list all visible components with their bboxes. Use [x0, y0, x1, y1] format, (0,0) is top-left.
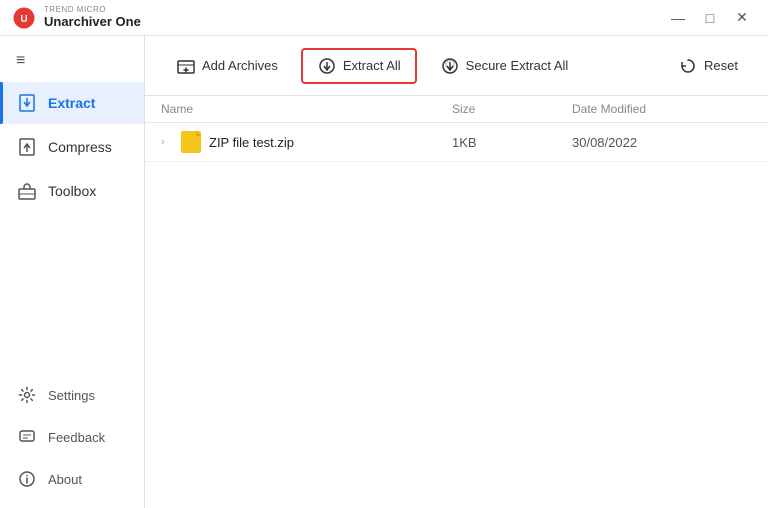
maximize-button[interactable]: □	[696, 7, 724, 29]
main-layout: ≡ Extract	[0, 36, 768, 508]
file-size: 1KB	[452, 135, 572, 150]
col-date: Date Modified	[572, 102, 752, 116]
sidebar-item-feedback[interactable]: Feedback	[0, 416, 144, 458]
reset-icon	[678, 56, 698, 76]
title-bar-controls: — □ ✕	[664, 7, 756, 29]
minimize-button[interactable]: —	[664, 7, 692, 29]
file-list-header: Name Size Date Modified	[145, 96, 768, 123]
app-name: Unarchiver One	[44, 15, 141, 29]
sidebar-item-settings[interactable]: Settings	[0, 374, 144, 416]
col-size: Size	[452, 102, 572, 116]
toolbox-icon	[16, 180, 38, 202]
secure-extract-all-icon	[440, 56, 460, 76]
file-name-cell: › ZIP file test.zip	[161, 131, 452, 153]
reset-button[interactable]: Reset	[664, 50, 752, 82]
close-button[interactable]: ✕	[728, 7, 756, 29]
app-title-text: TREND MICRO Unarchiver One	[44, 6, 141, 29]
extract-all-icon	[317, 56, 337, 76]
about-label: About	[48, 472, 82, 487]
sidebar-item-compress[interactable]: Compress	[0, 126, 144, 168]
about-icon	[16, 468, 38, 490]
toolbar: Add Archives Extract All	[145, 36, 768, 96]
feedback-label: Feedback	[48, 430, 105, 445]
add-archives-icon	[176, 56, 196, 76]
secure-extract-all-button[interactable]: Secure Extract All	[425, 49, 584, 83]
reset-label: Reset	[704, 58, 738, 73]
sidebar: ≡ Extract	[0, 36, 145, 508]
sidebar-bottom: Settings Feedback	[0, 374, 144, 508]
file-date: 30/08/2022	[572, 135, 752, 150]
secure-extract-all-label: Secure Extract All	[466, 58, 569, 73]
sidebar-item-extract[interactable]: Extract	[0, 82, 144, 124]
extract-all-label: Extract All	[343, 58, 401, 73]
chevron-right-icon: ›	[161, 136, 173, 148]
app-logo: U	[12, 6, 36, 30]
svg-text:U: U	[20, 13, 27, 24]
zip-file-icon	[181, 131, 201, 153]
extract-label: Extract	[48, 95, 95, 111]
file-name: ZIP file test.zip	[209, 135, 294, 150]
file-list: Name Size Date Modified › ZIP file test.…	[145, 96, 768, 508]
toolbox-label: Toolbox	[48, 183, 96, 199]
add-archives-label: Add Archives	[202, 58, 278, 73]
title-bar-left: U TREND MICRO Unarchiver One	[12, 6, 141, 30]
sidebar-item-about[interactable]: About	[0, 458, 144, 500]
settings-label: Settings	[48, 388, 95, 403]
feedback-icon	[16, 426, 38, 448]
extract-icon	[16, 92, 38, 114]
col-name: Name	[161, 102, 452, 116]
extract-all-button[interactable]: Extract All	[301, 48, 417, 84]
sidebar-nav: Extract Compress	[0, 82, 144, 374]
compress-icon	[16, 136, 38, 158]
title-bar: U TREND MICRO Unarchiver One — □ ✕	[0, 0, 768, 36]
table-row[interactable]: › ZIP file test.zip 1KB 30/08/2022	[145, 123, 768, 162]
settings-icon	[16, 384, 38, 406]
compress-label: Compress	[48, 139, 112, 155]
sidebar-item-toolbox[interactable]: Toolbox	[0, 170, 144, 212]
content-area: Add Archives Extract All	[145, 36, 768, 508]
hamburger-menu[interactable]: ≡	[0, 44, 144, 82]
add-archives-button[interactable]: Add Archives	[161, 49, 293, 83]
